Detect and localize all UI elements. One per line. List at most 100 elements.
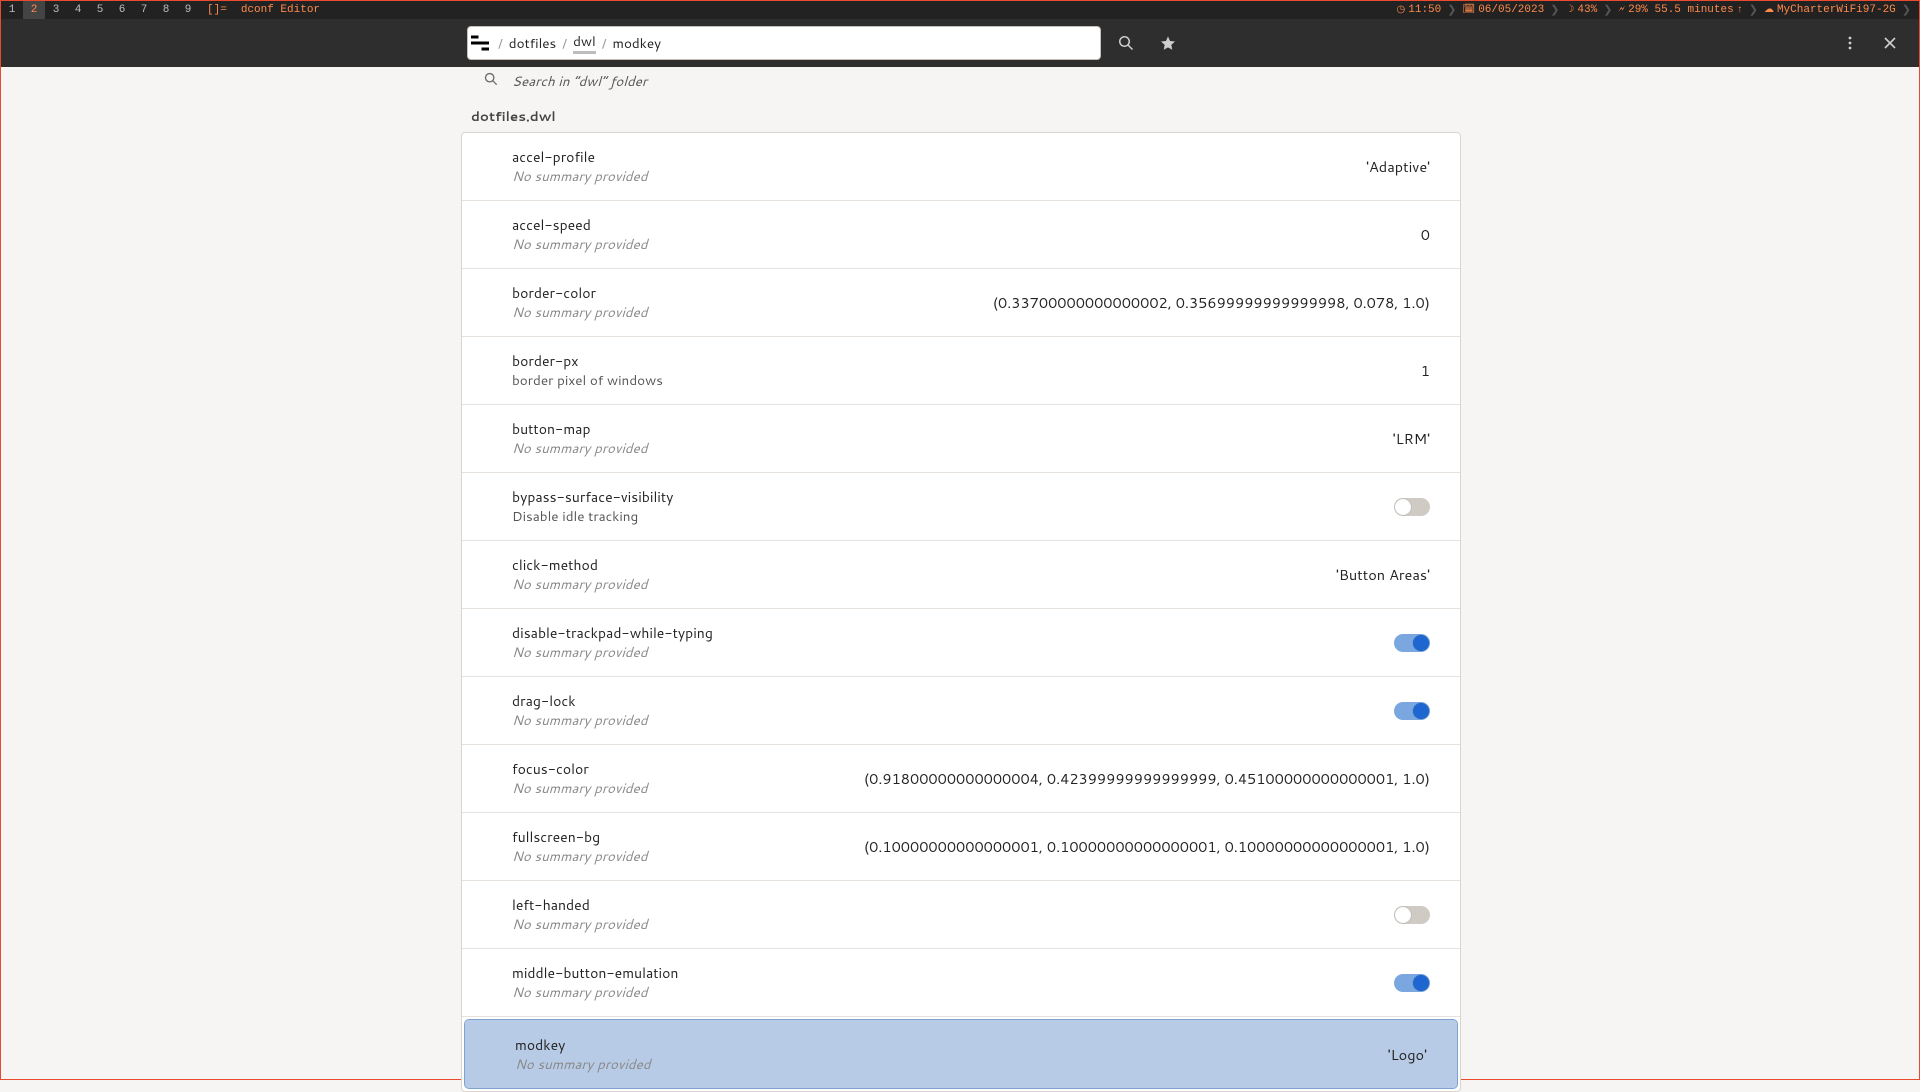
header-bar: / dotfiles / dwl / modkey (1, 19, 1919, 67)
key-name: modkey (515, 1035, 1388, 1055)
key-name: drag-lock (512, 691, 1394, 711)
separator-icon: ❯ (1603, 3, 1612, 17)
key-row-button-map[interactable]: button-mapNo summary provided'LRM' (462, 405, 1460, 473)
key-row-disable-trackpad-while-typing[interactable]: disable-trackpad-while-typingNo summary … (462, 609, 1460, 677)
key-name: middle-button-emulation (512, 963, 1394, 983)
key-row-fullscreen-bg[interactable]: fullscreen-bgNo summary provided(0.10000… (462, 813, 1460, 881)
workspace-3[interactable]: 3 (45, 1, 67, 19)
key-name: accel-speed (512, 215, 1421, 235)
clock: ◷ 11:50 (1397, 4, 1442, 16)
key-value: 'Logo' (1388, 1044, 1427, 1065)
key-name: fullscreen-bg (512, 827, 864, 847)
key-value: 'LRM' (1393, 428, 1430, 449)
settings-root-icon[interactable] (468, 27, 492, 59)
key-summary: No summary provided (512, 167, 1366, 186)
key-row-left-handed[interactable]: left-handedNo summary provided (462, 881, 1460, 949)
search-button[interactable] (1109, 26, 1143, 60)
key-row-click-method[interactable]: click-methodNo summary provided'Button A… (462, 541, 1460, 609)
key-name: border-px (512, 351, 1421, 371)
brightness-text: 43% (1577, 4, 1597, 16)
menu-button[interactable] (1833, 26, 1867, 60)
key-name: click-method (512, 555, 1336, 575)
workspace-9[interactable]: 9 (177, 1, 199, 19)
close-button[interactable] (1873, 26, 1907, 60)
active-app-title: dconf Editor (241, 4, 320, 16)
key-name: bypass-surface-visibility (512, 487, 1394, 507)
workspace-8[interactable]: 8 (155, 1, 177, 19)
key-value: 1 (1421, 360, 1430, 381)
key-row-border-color[interactable]: border-colorNo summary provided(0.337000… (462, 269, 1460, 337)
workspace-4[interactable]: 4 (67, 1, 89, 19)
key-summary: No summary provided (512, 711, 1394, 730)
arrow-up-icon: ↑ (1737, 5, 1743, 16)
path-bar[interactable]: / dotfiles / dwl / modkey (467, 26, 1101, 60)
toggle-bypass-surface-visibility[interactable] (1394, 498, 1430, 516)
date-text: 06/05/2023 (1478, 4, 1544, 16)
workspace-2[interactable]: 2 (23, 1, 45, 19)
key-row-accel-speed[interactable]: accel-speedNo summary provided0 (462, 201, 1460, 269)
toggle-left-handed[interactable] (1394, 906, 1430, 924)
key-summary: Disable idle tracking (512, 507, 1394, 526)
key-list: accel-profileNo summary provided'Adaptiv… (461, 132, 1461, 1092)
crumb-dotfiles[interactable]: dotfiles (509, 34, 556, 53)
clock-text: 11:50 (1408, 4, 1441, 16)
key-name: button-map (512, 419, 1393, 439)
key-row-drag-lock[interactable]: drag-lockNo summary provided (462, 677, 1460, 745)
workspace-5[interactable]: 5 (89, 1, 111, 19)
battery-text: 29% 55.5 minutes (1628, 4, 1734, 16)
key-summary: No summary provided (512, 779, 864, 798)
layout-indicator: []= (207, 4, 227, 16)
toggle-drag-lock[interactable] (1394, 702, 1430, 720)
separator-icon: ❯ (1749, 3, 1758, 17)
key-summary: border pixel of windows (512, 371, 1421, 390)
wifi: ☁ MyCharterWiFi97-2G (1764, 4, 1896, 16)
wifi-text: MyCharterWiFi97-2G (1777, 4, 1896, 16)
key-summary: No summary provided (512, 303, 993, 322)
workspace-list: 123456789 (1, 1, 199, 19)
key-summary: No summary provided (515, 1055, 1388, 1074)
crumb-modkey[interactable]: modkey (613, 34, 662, 53)
key-value: 'Button Areas' (1336, 564, 1430, 585)
key-row-focus-color[interactable]: focus-colorNo summary provided(0.9180000… (462, 745, 1460, 813)
key-name: accel-profile (512, 147, 1366, 167)
status-area: ◷ 11:50 ❯ 🗓 06/05/2023 ❯ ☽ 43% ❯ 🗲 29% 5… (1397, 3, 1919, 17)
separator-icon: ❯ (1902, 3, 1911, 17)
workspace-6[interactable]: 6 (111, 1, 133, 19)
path-sep: / (602, 34, 607, 53)
key-value: (0.91800000000000004, 0.4239999999999999… (864, 768, 1430, 789)
brightness: ☽ 43% (1565, 4, 1597, 16)
key-summary: No summary provided (512, 983, 1394, 1002)
key-summary: No summary provided (512, 235, 1421, 254)
bookmark-button[interactable] (1151, 26, 1185, 60)
cloud-icon: ☁ (1764, 4, 1774, 16)
path-sep: / (498, 34, 503, 53)
workspace-1[interactable]: 1 (1, 1, 23, 19)
date: 🗓 06/05/2023 (1462, 4, 1544, 16)
battery-icon: 🗲 (1618, 4, 1625, 16)
key-summary: No summary provided (512, 439, 1393, 458)
toggle-disable-trackpad-while-typing[interactable] (1394, 634, 1430, 652)
section-label: dotfiles.dwl (1, 107, 1919, 126)
separator-icon: ❯ (1550, 3, 1559, 17)
key-summary: No summary provided (512, 643, 1394, 662)
key-value: 'Adaptive' (1366, 156, 1430, 177)
crumb-dwl[interactable]: dwl (573, 32, 596, 54)
search-placeholder: Search in “dwl” folder (512, 72, 647, 91)
key-row-border-px[interactable]: border-pxborder pixel of windows1 (462, 337, 1460, 405)
workspace-7[interactable]: 7 (133, 1, 155, 19)
key-row-middle-button-emulation[interactable]: middle-button-emulationNo summary provid… (462, 949, 1460, 1017)
key-value: (0.10000000000000001, 0.1000000000000000… (864, 836, 1430, 857)
key-summary: No summary provided (512, 575, 1336, 594)
key-summary: No summary provided (512, 847, 864, 866)
key-row-accel-profile[interactable]: accel-profileNo summary provided'Adaptiv… (462, 133, 1460, 201)
clock-icon: ◷ (1397, 4, 1406, 16)
key-summary: No summary provided (512, 915, 1394, 934)
search-icon (484, 72, 498, 91)
key-value: (0.33700000000000002, 0.3569999999999999… (993, 292, 1430, 313)
key-row-bypass-surface-visibility[interactable]: bypass-surface-visibilityDisable idle tr… (462, 473, 1460, 541)
key-name: border-color (512, 283, 993, 303)
toggle-middle-button-emulation[interactable] (1394, 974, 1430, 992)
path-sep: / (562, 34, 567, 53)
search-strip[interactable]: Search in “dwl” folder (1, 67, 1919, 95)
key-row-modkey[interactable]: modkeyNo summary provided'Logo' (465, 1020, 1457, 1088)
